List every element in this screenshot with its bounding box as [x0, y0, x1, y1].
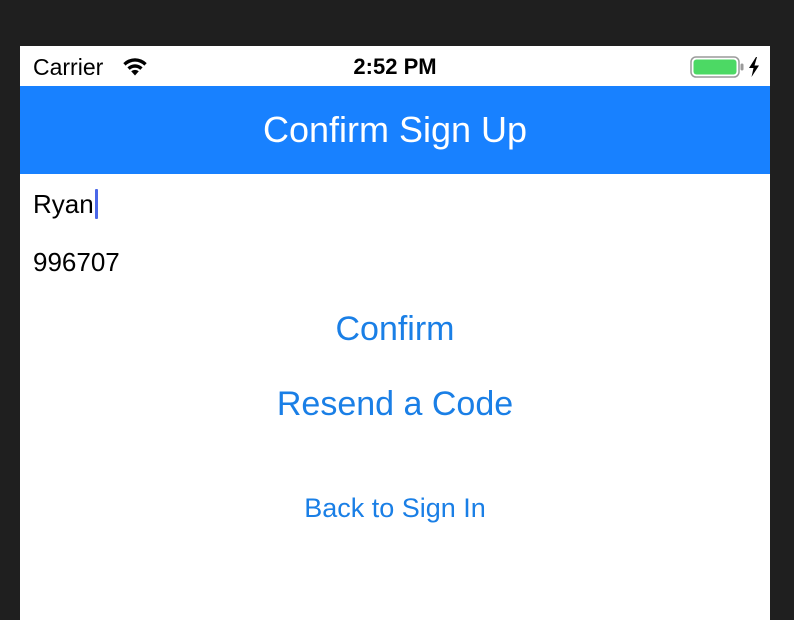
confirmation-code-field[interactable]: 996707 — [33, 245, 753, 279]
back-to-sign-in-button[interactable]: Back to Sign In — [20, 490, 770, 526]
text-cursor — [94, 189, 98, 219]
status-time: 2:52 PM — [353, 54, 437, 79]
confirm-button[interactable]: Confirm — [20, 308, 770, 350]
status-bar: Carrier 2:52 PM — [20, 46, 770, 86]
phone-screen: Carrier 2:52 PM Confirm Sign Up Ryan 996… — [20, 46, 770, 620]
username-value: Ryan — [33, 189, 94, 219]
page-title: Confirm Sign Up — [262, 109, 528, 150]
confirmation-code-value: 996707 — [33, 247, 120, 277]
battery-icon — [690, 56, 759, 78]
resend-code-button[interactable]: Resend a Code — [20, 383, 770, 425]
navigation-bar: Confirm Sign Up — [20, 86, 770, 174]
charging-bolt-icon — [749, 57, 759, 77]
username-field[interactable]: Ryan — [33, 187, 753, 221]
